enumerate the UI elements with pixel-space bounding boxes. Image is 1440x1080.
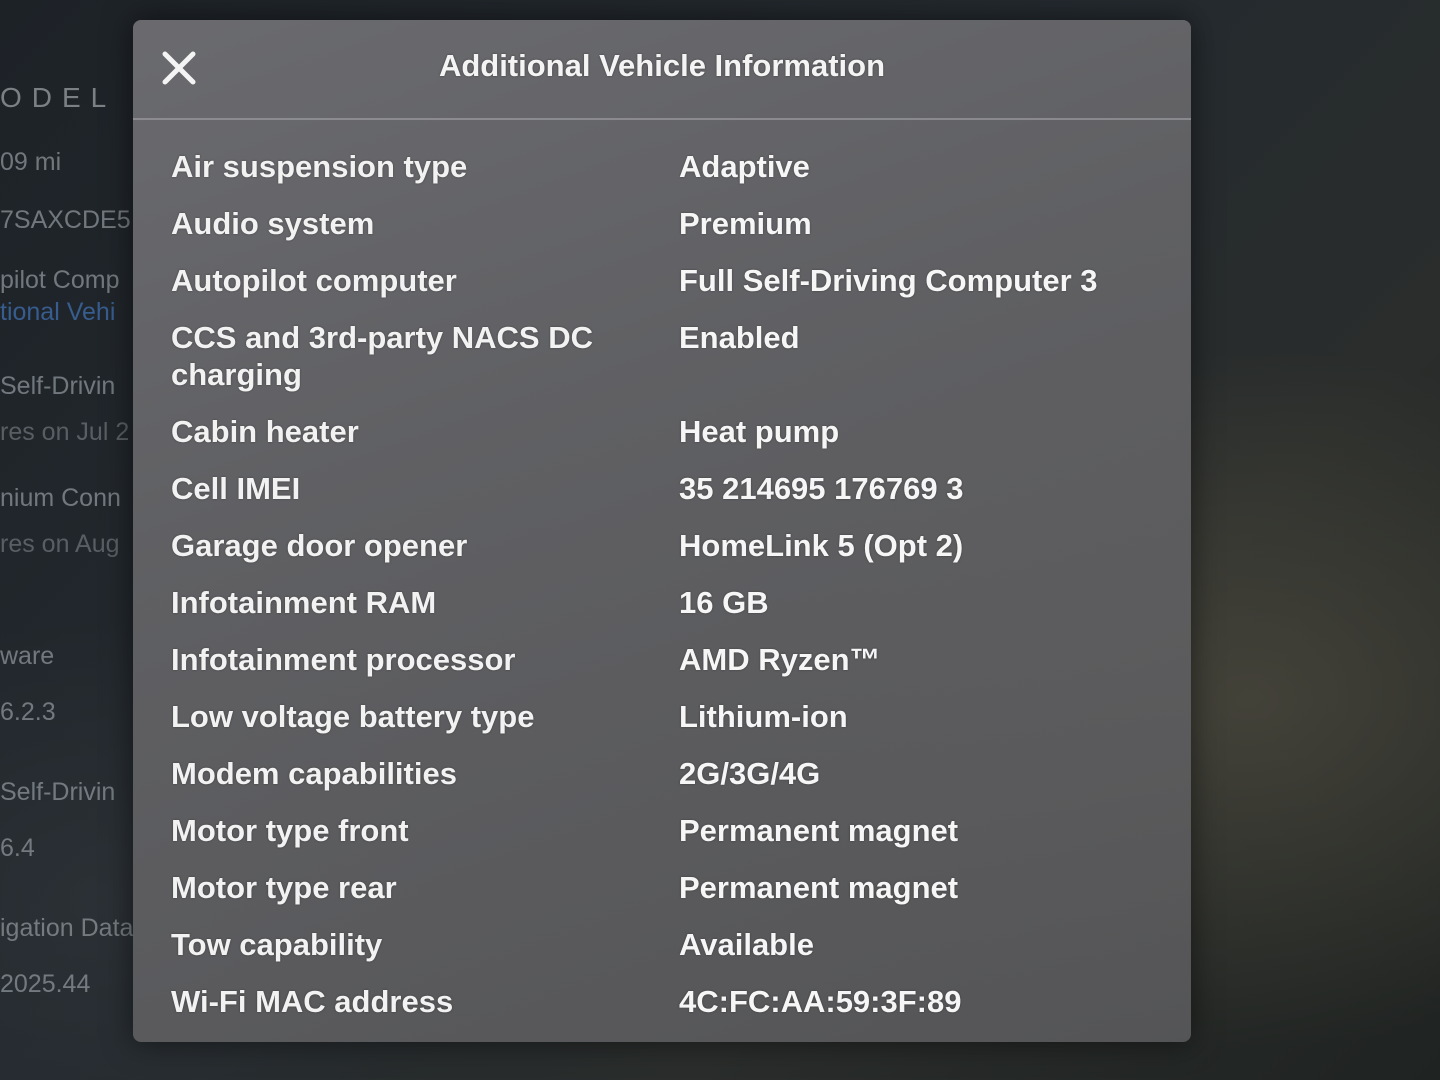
bg-odometer: 09 mi bbox=[0, 148, 62, 176]
info-row: Tow capability Available bbox=[171, 926, 1171, 963]
info-value: HomeLink 5 (Opt 2) bbox=[679, 528, 964, 563]
info-row: Wi-Fi MAC address 4C:FC:AA:59:3F:89 bbox=[171, 983, 1171, 1020]
additional-vehicle-info-modal: Additional Vehicle Information Air suspe… bbox=[133, 20, 1191, 1042]
info-row: Low voltage battery type Lithium-ion bbox=[171, 698, 1171, 735]
bg-premium-conn-label: nium Conn bbox=[0, 484, 121, 512]
info-label: Modem capabilities bbox=[171, 756, 457, 791]
info-row: Garage door opener HomeLink 5 (Opt 2) bbox=[171, 527, 1171, 564]
bg-software-version: 6.2.3 bbox=[0, 698, 56, 726]
bg-fsd-label: Self-Drivin bbox=[0, 372, 116, 400]
info-row: Infotainment RAM 16 GB bbox=[171, 584, 1171, 621]
info-row: Modem capabilities 2G/3G/4G bbox=[171, 755, 1171, 792]
info-row: Audio system Premium bbox=[171, 205, 1171, 242]
info-value: Enabled bbox=[679, 320, 800, 355]
info-value: 4C:FC:AA:59:3F:89 bbox=[679, 984, 962, 1019]
bg-autopilot-label: pilot Comp bbox=[0, 266, 120, 294]
bg-nav-data-version: 2025.44 bbox=[0, 970, 91, 998]
info-value: Heat pump bbox=[679, 414, 840, 449]
info-label: CCS and 3rd-party NACS DC charging bbox=[171, 320, 593, 392]
info-value: Premium bbox=[679, 206, 812, 241]
bg-vin: 7SAXCDE5 bbox=[0, 206, 131, 234]
bg-fsd-version-label: Self-Drivin bbox=[0, 778, 116, 806]
info-row: CCS and 3rd-party NACS DC charging Enabl… bbox=[171, 319, 1171, 393]
bg-additional-info-link[interactable]: tional Vehi bbox=[0, 298, 115, 327]
bg-fsd-expiry: res on Jul 2 bbox=[0, 418, 130, 446]
info-label: Motor type rear bbox=[171, 870, 397, 905]
info-label: Cabin heater bbox=[171, 414, 359, 449]
info-label: Cell IMEI bbox=[171, 471, 301, 506]
info-label: Autopilot computer bbox=[171, 263, 457, 298]
modal-header: Additional Vehicle Information bbox=[133, 20, 1191, 120]
info-value: Full Self-Driving Computer 3 bbox=[679, 263, 1098, 298]
info-label: Air suspension type bbox=[171, 149, 468, 184]
modal-title: Additional Vehicle Information bbox=[438, 48, 886, 83]
info-label: Infotainment RAM bbox=[171, 585, 437, 620]
info-value: Permanent magnet bbox=[679, 813, 959, 848]
info-label: Garage door opener bbox=[171, 528, 468, 563]
vehicle-info-list: Air suspension type Adaptive Audio syste… bbox=[171, 148, 1171, 1040]
info-value: Permanent magnet bbox=[679, 870, 959, 905]
info-value: 16 GB bbox=[679, 585, 769, 620]
info-row: Motor type rear Permanent magnet bbox=[171, 869, 1171, 906]
info-value: Adaptive bbox=[679, 149, 810, 184]
info-value: 35 214695 176769 3 bbox=[679, 471, 964, 506]
info-value: 2G/3G/4G bbox=[679, 756, 821, 791]
info-row: Autopilot computer Full Self-Driving Com… bbox=[171, 262, 1171, 299]
info-value: Lithium-ion bbox=[679, 699, 848, 734]
info-label: Motor type front bbox=[171, 813, 409, 848]
info-row: Infotainment processor AMD Ryzen™ bbox=[171, 641, 1171, 678]
info-value: Available bbox=[679, 927, 814, 962]
info-label: Low voltage battery type bbox=[171, 699, 535, 734]
info-row: Motor type front Permanent magnet bbox=[171, 812, 1171, 849]
background-settings-panel: ODEL 09 mi 7SAXCDE5 pilot Comp tional Ve… bbox=[0, 0, 150, 1080]
info-label: Wi-Fi MAC address bbox=[171, 984, 454, 1019]
info-label: Tow capability bbox=[171, 927, 383, 962]
bg-software-label: ware bbox=[0, 642, 55, 670]
info-row: Cabin heater Heat pump bbox=[171, 413, 1171, 450]
info-row: Cell IMEI 35 214695 176769 3 bbox=[171, 470, 1171, 507]
bg-fsd-version: 6.4 bbox=[0, 834, 35, 862]
info-label: Infotainment processor bbox=[171, 642, 516, 677]
bg-premium-conn-expiry: res on Aug bbox=[0, 530, 120, 558]
bg-model-logo: ODEL bbox=[0, 82, 117, 113]
bg-nav-data-label: igation Data bbox=[0, 914, 134, 942]
info-label: Audio system bbox=[171, 206, 375, 241]
info-value: AMD Ryzen™ bbox=[679, 642, 881, 677]
info-row: Air suspension type Adaptive bbox=[171, 148, 1171, 185]
